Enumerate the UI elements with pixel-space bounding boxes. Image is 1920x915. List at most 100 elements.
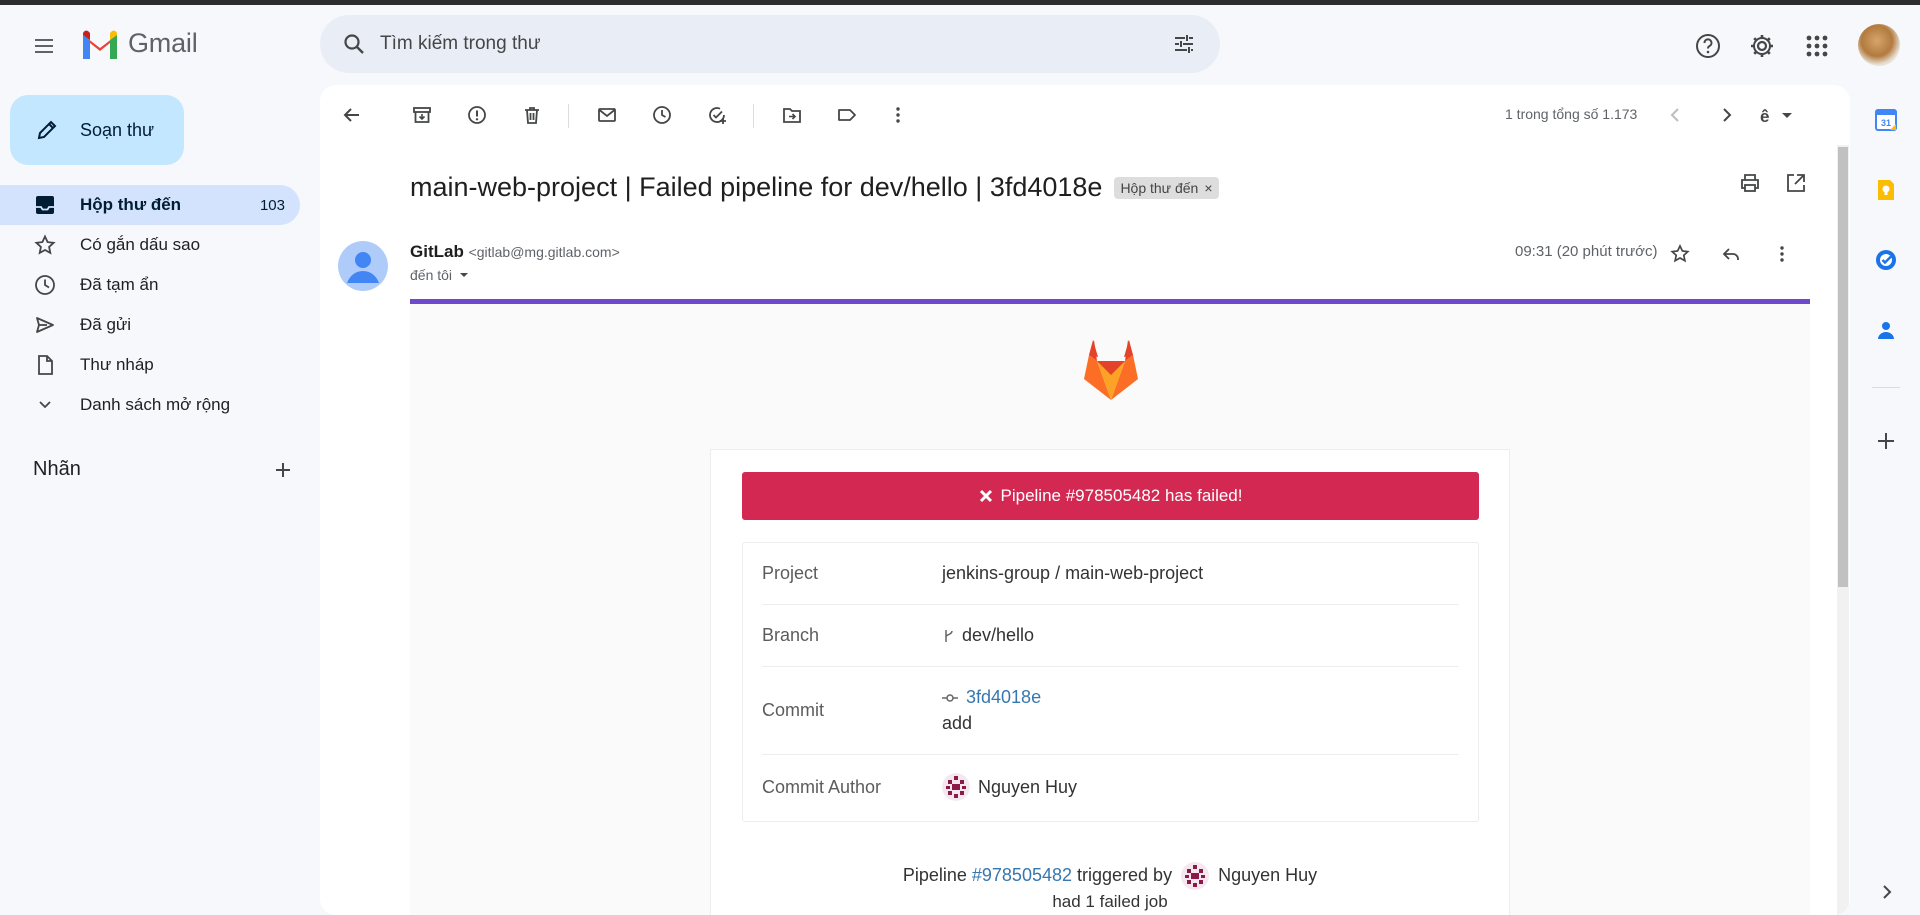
older-button[interactable] — [1708, 97, 1744, 133]
delete-button[interactable] — [514, 97, 550, 133]
add-task-button[interactable] — [699, 97, 735, 133]
sidebar-item-more[interactable]: Danh sách mở rộng — [0, 385, 300, 425]
plus-icon — [276, 462, 290, 477]
project-label: Project — [762, 563, 819, 583]
window-top-strip — [0, 0, 1920, 5]
search-bar[interactable]: Tìm kiếm trong thư — [320, 15, 1220, 73]
report-icon — [468, 106, 486, 124]
sender-name[interactable]: GitLab — [410, 242, 464, 261]
settings-button[interactable] — [1742, 26, 1782, 66]
apps-grid-icon — [1806, 35, 1828, 57]
move-to-button[interactable] — [774, 97, 810, 133]
add-label-button[interactable] — [273, 460, 293, 480]
project-value[interactable]: jenkins-group / main-web-project — [942, 563, 1203, 584]
project-link[interactable]: jenkins-group / main-web-project — [942, 563, 1203, 584]
sender-email: <gitlab@mg.gitlab.com> — [468, 244, 620, 260]
author-name[interactable]: Nguyen Huy — [978, 777, 1077, 798]
sidebar-item-snoozed[interactable]: Đã tạm ẩn — [0, 265, 300, 305]
input-tools-button[interactable]: ê — [1752, 97, 1804, 133]
star-icon — [30, 230, 60, 260]
inbox-icon — [30, 190, 60, 220]
sidebar-item-inbox[interactable]: Hộp thư đến 103 — [0, 185, 300, 225]
sidebar-item-label: Đã tạm ẩn — [80, 275, 159, 294]
sidebar-item-drafts[interactable]: Thư nháp — [0, 345, 300, 385]
sidebar-item-starred[interactable]: Có gắn dấu sao — [0, 225, 300, 265]
detail-row-project: Project jenkins-group / main-web-project — [762, 543, 1459, 605]
sidebar-item-label: Danh sách mở rộng — [80, 395, 231, 414]
message-subject: main-web-project | Failed pipeline for d… — [410, 172, 1103, 202]
apps-button[interactable] — [1797, 26, 1837, 66]
author-value[interactable]: Nguyen Huy — [942, 773, 1077, 801]
branch-value[interactable]: dev/hello — [942, 625, 1034, 646]
remove-tag-icon[interactable]: × — [1204, 180, 1212, 196]
trigger-user[interactable]: Nguyen Huy — [1218, 865, 1317, 885]
inbox-tag-label: Hộp thư đến — [1120, 179, 1199, 196]
pipeline-link[interactable]: #978505482 — [972, 865, 1072, 885]
draft-icon — [30, 350, 60, 380]
pencil-icon — [32, 115, 62, 145]
pipeline-card: Pipeline #978505482 has failed! Project … — [710, 449, 1510, 915]
mark-unread-button[interactable] — [589, 97, 625, 133]
chevron-right-icon — [1723, 108, 1732, 122]
more-actions-button[interactable] — [880, 97, 916, 133]
snooze-button[interactable] — [644, 97, 680, 133]
mail-icon — [598, 108, 616, 122]
detail-row-branch: Branch dev/hello — [762, 605, 1459, 667]
compose-button[interactable]: Soạn thư — [10, 95, 184, 165]
sidebar-item-label: Thư nháp — [80, 355, 154, 374]
search-input[interactable]: Tìm kiếm trong thư — [380, 33, 1166, 55]
keep-button[interactable] — [1868, 172, 1904, 208]
search-icon[interactable] — [336, 26, 372, 62]
calendar-button[interactable]: 31 — [1868, 102, 1904, 138]
get-addons-button[interactable] — [1868, 423, 1904, 459]
label-icon — [838, 109, 856, 121]
chevron-left-icon — [1670, 108, 1679, 122]
labels-section: Nhãn — [33, 458, 293, 481]
gmail-logo[interactable]: Gmail — [80, 28, 198, 59]
star-icon — [1670, 244, 1690, 263]
rail-divider — [1872, 387, 1900, 388]
folder-move-icon — [783, 108, 801, 123]
archive-button[interactable] — [404, 97, 440, 133]
message-more-button[interactable] — [1764, 236, 1800, 272]
newer-button[interactable] — [1658, 97, 1694, 133]
message-toolbar: 1 trong tổng số 1.173 ê — [320, 85, 1850, 147]
sender-avatar[interactable] — [338, 241, 388, 291]
open-new-window-button[interactable] — [1778, 165, 1814, 201]
inbox-tag[interactable]: Hộp thư đến × — [1114, 176, 1219, 199]
commit-hash-link[interactable]: 3fd4018e — [966, 687, 1041, 708]
help-icon — [1696, 34, 1720, 58]
scrollbar-thumb[interactable] — [1838, 147, 1848, 587]
main-menu-button[interactable] — [26, 28, 62, 64]
more-vertical-icon — [896, 107, 900, 123]
caret-down-icon — [460, 273, 469, 277]
email-body: Pipeline #978505482 has failed! Project … — [410, 299, 1810, 915]
pipeline-footer-line1: Pipeline #978505482 triggered by Nguyen … — [711, 862, 1509, 890]
tasks-button[interactable] — [1868, 242, 1904, 278]
contacts-button[interactable] — [1868, 312, 1904, 348]
help-button[interactable] — [1688, 26, 1728, 66]
arrow-left-icon — [343, 108, 359, 122]
send-icon — [30, 310, 60, 340]
branch-name[interactable]: dev/hello — [962, 625, 1034, 646]
reply-button[interactable] — [1713, 236, 1749, 272]
author-label: Commit Author — [762, 777, 882, 797]
recipient-toggle[interactable]: đến tôi — [410, 267, 470, 283]
toolbar-divider — [568, 104, 569, 128]
pipeline-failed-banner: Pipeline #978505482 has failed! — [742, 472, 1479, 520]
archive-icon — [413, 107, 431, 123]
commit-hash[interactable]: 3fd4018e — [942, 687, 1041, 708]
search-options-icon[interactable] — [1166, 26, 1202, 62]
back-button[interactable] — [334, 97, 370, 133]
account-avatar[interactable] — [1858, 24, 1900, 66]
commit-message: add — [942, 713, 973, 733]
sidebar-item-sent[interactable]: Đã gửi — [0, 305, 300, 345]
labels-button[interactable] — [829, 97, 865, 133]
scrollbar[interactable] — [1837, 145, 1849, 915]
report-spam-button[interactable] — [459, 97, 495, 133]
toolbar-divider — [753, 104, 754, 128]
star-button[interactable] — [1662, 236, 1698, 272]
print-button[interactable] — [1732, 165, 1768, 201]
show-side-panel-button[interactable] — [1868, 874, 1904, 910]
detail-row-commit: Commit 3fd4018e add — [762, 667, 1459, 755]
